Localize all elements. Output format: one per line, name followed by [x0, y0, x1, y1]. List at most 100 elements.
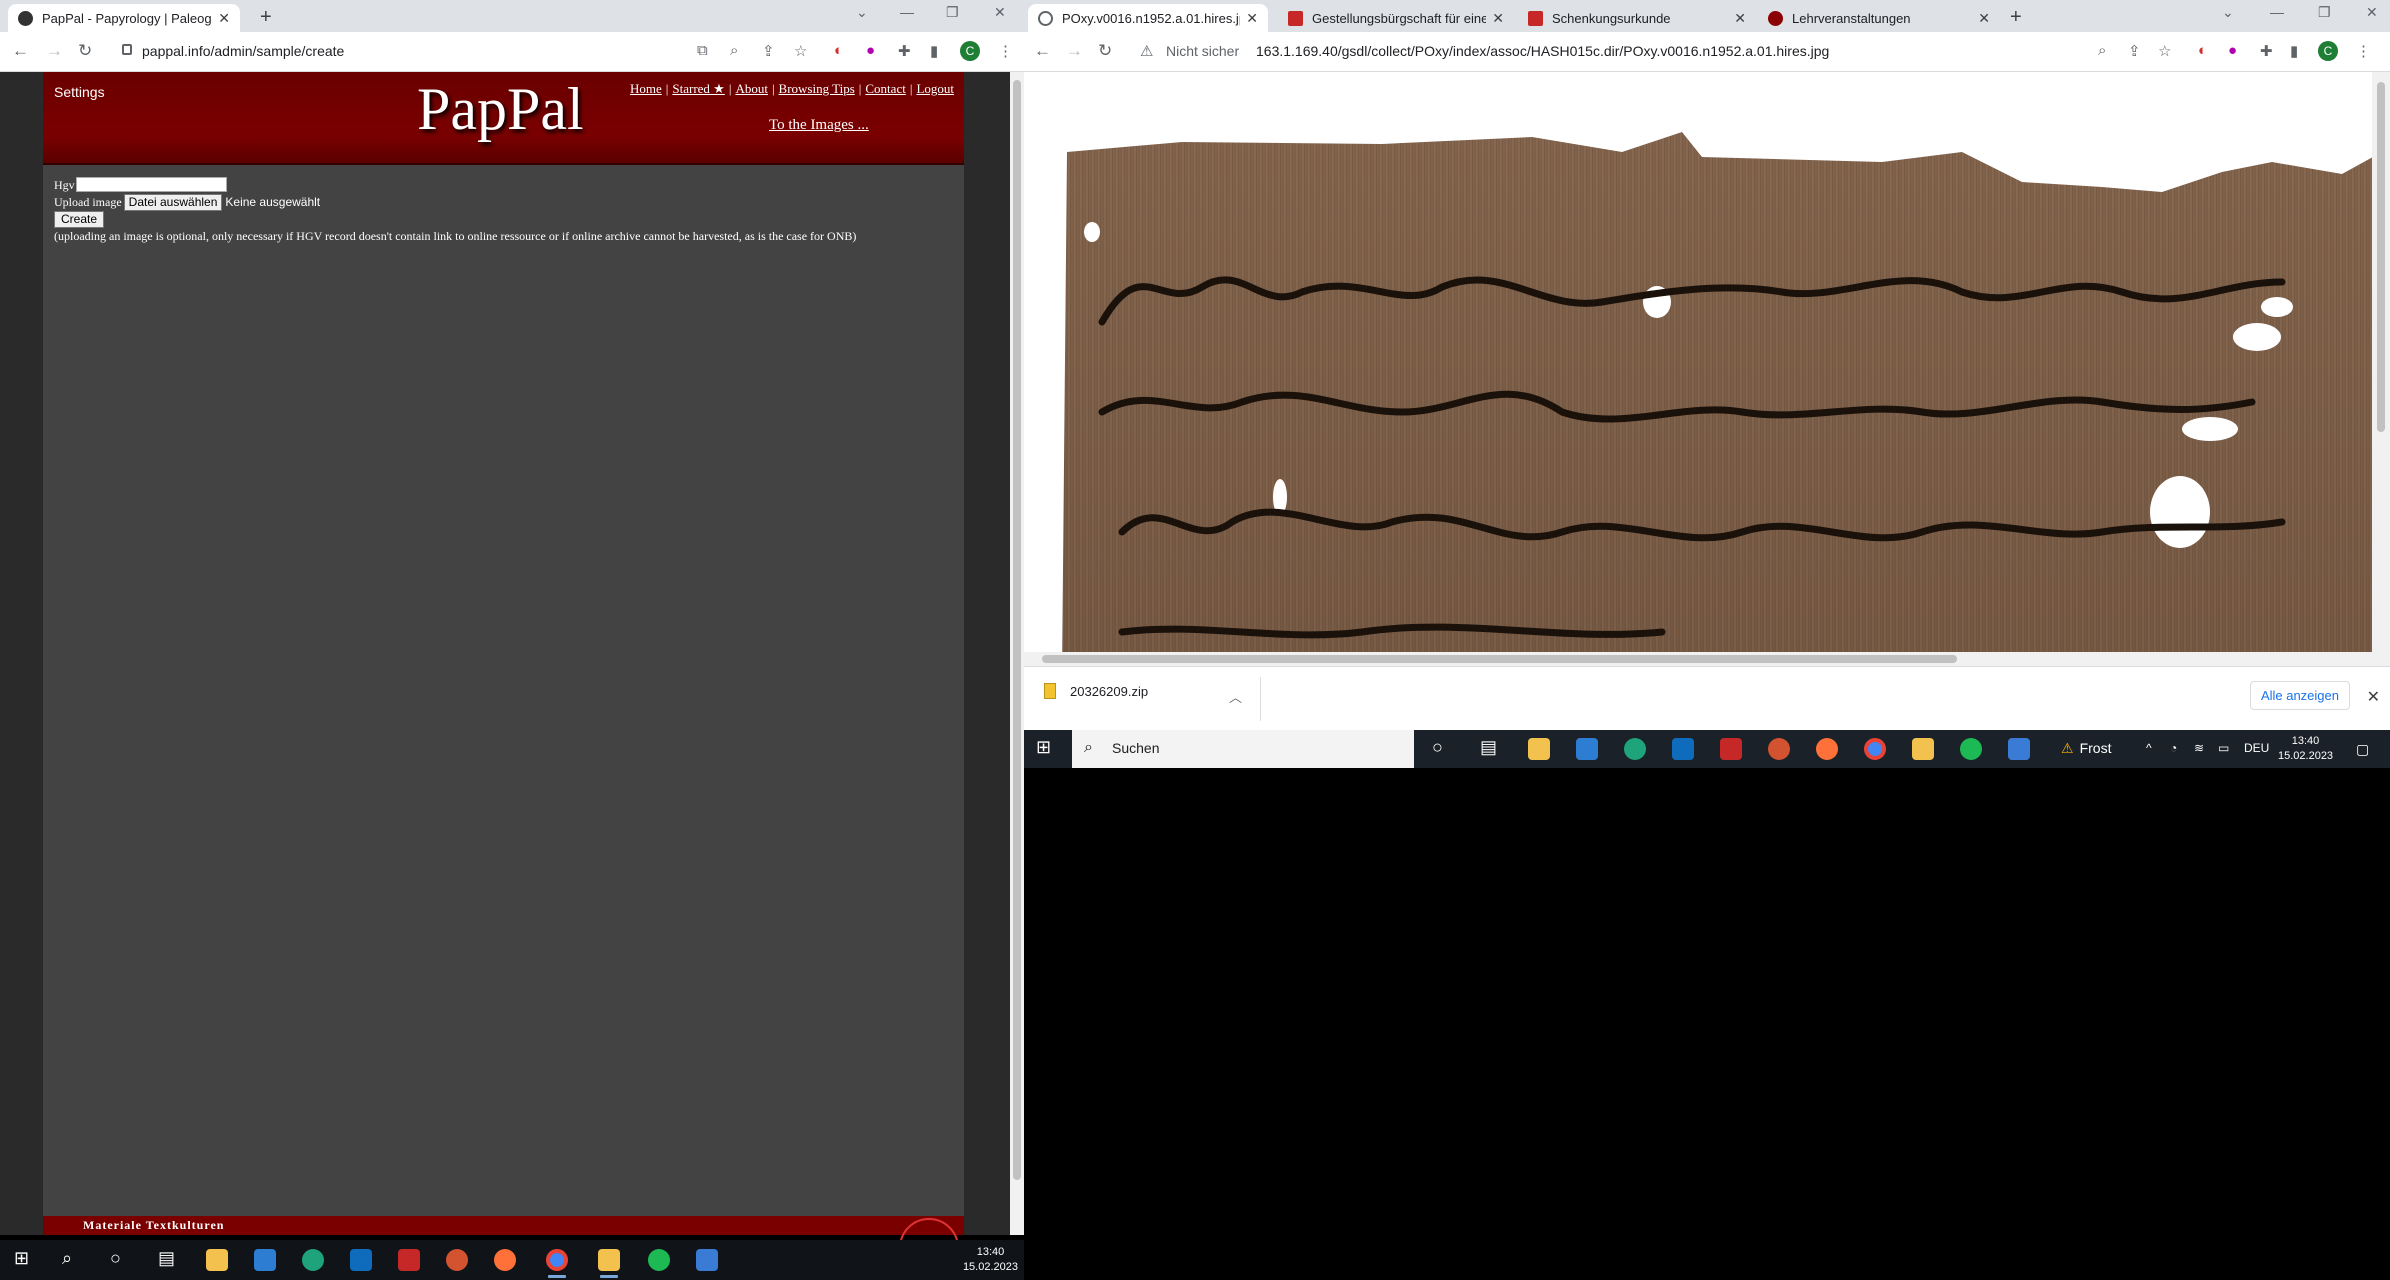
menu-icon[interactable]: ⋮: [2356, 42, 2371, 60]
side-panel-icon[interactable]: ▮: [2290, 42, 2298, 60]
network-icon[interactable]: ◔: [2170, 741, 2177, 755]
minimize-icon[interactable]: —: [900, 4, 914, 20]
language-indicator[interactable]: DEU: [2244, 741, 2269, 755]
bookmark-star-icon[interactable]: ☆: [2158, 42, 2171, 60]
store-icon[interactable]: [1576, 738, 1598, 760]
task-view-icon[interactable]: ▤: [158, 1248, 175, 1269]
scroll-thumb[interactable]: [1013, 80, 1021, 1180]
url-field[interactable]: pappal.info/admin/sample/create: [142, 43, 344, 59]
task-view-icon[interactable]: ▤: [1480, 737, 1497, 758]
chevron-up-icon[interactable]: ︿: [1229, 687, 1242, 706]
download-item[interactable]: 20326209.zip: [1044, 683, 1148, 699]
cortana-icon[interactable]: ○: [110, 1248, 121, 1269]
spotify-icon[interactable]: [1960, 738, 1982, 760]
edge-icon[interactable]: [1624, 738, 1646, 760]
reload-icon[interactable]: ↻: [1098, 41, 1112, 61]
left-scrollbar[interactable]: [1010, 72, 1024, 1235]
bookmark-star-icon[interactable]: ☆: [794, 42, 807, 60]
nav-about[interactable]: About: [735, 81, 768, 96]
powerpoint-icon[interactable]: [446, 1249, 468, 1271]
tab-search-icon[interactable]: ⌄: [2222, 4, 2234, 21]
chrome-icon[interactable]: [546, 1249, 568, 1271]
firefox-icon[interactable]: [1816, 738, 1838, 760]
extensions-puzzle-icon[interactable]: ✚: [898, 42, 911, 60]
forward-icon[interactable]: →: [1066, 41, 1083, 61]
cortana-icon[interactable]: ○: [1432, 737, 1443, 758]
to-images-link[interactable]: To the Images ...: [769, 117, 869, 134]
taskbar-clock[interactable]: 13:40 15.02.2023: [2278, 734, 2333, 764]
mail-icon[interactable]: [1672, 738, 1694, 760]
image-horizontal-scrollbar[interactable]: [1024, 652, 2372, 666]
choose-file-button[interactable]: Datei auswählen: [123, 194, 223, 211]
tab-gestellungsbuergschaft[interactable]: Gestellungsbürgschaft für eine N ✕: [1278, 4, 1514, 32]
wifi-icon[interactable]: ≋: [2194, 741, 2204, 755]
close-icon[interactable]: ✕: [2367, 687, 2380, 707]
spotify-icon[interactable]: [648, 1249, 670, 1271]
close-tab-icon[interactable]: ✕: [1492, 10, 1504, 27]
image-vertical-scrollbar[interactable]: [2372, 72, 2390, 666]
scroll-thumb[interactable]: [1042, 655, 1957, 663]
papyrus-image[interactable]: [1062, 112, 2372, 652]
file-manager-icon[interactable]: [1912, 738, 1934, 760]
profile-avatar[interactable]: C: [960, 41, 980, 61]
zoom-icon[interactable]: ⌕: [2098, 42, 2106, 59]
powerpoint-icon[interactable]: [1768, 738, 1790, 760]
acrobat-icon[interactable]: [1720, 738, 1742, 760]
weather-widget[interactable]: ⚠ Frost: [2061, 740, 2111, 757]
close-window-icon[interactable]: ✕: [994, 4, 1006, 21]
file-explorer-icon[interactable]: [206, 1249, 228, 1271]
profile-avatar[interactable]: C: [2318, 41, 2338, 61]
file-explorer-icon[interactable]: [1528, 738, 1550, 760]
close-tab-icon[interactable]: ✕: [218, 10, 230, 27]
side-panel-icon[interactable]: ▮: [930, 42, 938, 60]
search-icon[interactable]: ⌕: [62, 1248, 72, 1269]
url-field[interactable]: 163.1.169.40/gsdl/collect/POxy/index/ass…: [1256, 43, 1829, 59]
edge-icon[interactable]: [302, 1249, 324, 1271]
extension-icon[interactable]: ●: [2228, 42, 2237, 59]
chrome-icon[interactable]: [1864, 738, 1886, 760]
photos-icon[interactable]: [696, 1249, 718, 1271]
nav-home[interactable]: Home: [630, 81, 662, 96]
tab-search-icon[interactable]: ⌄: [856, 4, 868, 21]
warning-icon[interactable]: ⚠: [1140, 42, 1153, 60]
close-tab-icon[interactable]: ✕: [1978, 10, 1990, 27]
extension-icon[interactable]: ◐: [2198, 42, 2207, 59]
tab-pappal[interactable]: PapPal - Papyrology | Paleograph ✕: [8, 4, 240, 32]
settings-link[interactable]: Settings: [54, 84, 105, 100]
notifications-icon[interactable]: ▢: [2356, 741, 2369, 758]
lock-icon[interactable]: [122, 44, 132, 55]
new-tab-icon[interactable]: +: [2010, 6, 2022, 29]
windows-start-icon[interactable]: ⊞: [14, 1248, 29, 1269]
restore-icon[interactable]: ❐: [2318, 4, 2331, 21]
scroll-thumb[interactable]: [2377, 82, 2385, 432]
new-tab-icon[interactable]: +: [260, 6, 272, 29]
extension-icon[interactable]: ◐: [834, 42, 843, 59]
close-tab-icon[interactable]: ✕: [1246, 10, 1258, 27]
forward-icon[interactable]: →: [46, 41, 63, 61]
extension-icon[interactable]: ●: [866, 42, 875, 59]
back-icon[interactable]: ←: [12, 41, 29, 61]
tab-papyrus-image[interactable]: POxy.v0016.n1952.a.01.hires.jpg ✕: [1028, 4, 1268, 32]
chevron-up-icon[interactable]: ^: [2146, 741, 2152, 755]
tab-lehrveranstaltungen[interactable]: Lehrveranstaltungen ✕: [1758, 4, 2000, 32]
taskbar-search-box[interactable]: ⌕ Suchen: [1072, 730, 1414, 768]
taskbar-clock[interactable]: 13:40 15.02.2023: [963, 1245, 1018, 1275]
minimize-icon[interactable]: —: [2270, 4, 2284, 20]
extensions-puzzle-icon[interactable]: ✚: [2260, 42, 2273, 60]
restore-icon[interactable]: ❐: [946, 4, 959, 21]
close-window-icon[interactable]: ✕: [2366, 4, 2378, 21]
firefox-icon[interactable]: [494, 1249, 516, 1271]
battery-icon[interactable]: ▭: [2218, 741, 2229, 755]
pappal-logo[interactable]: PapPal: [417, 75, 584, 144]
acrobat-icon[interactable]: [398, 1249, 420, 1271]
create-button[interactable]: Create: [54, 211, 105, 228]
nav-contact[interactable]: Contact: [865, 81, 905, 96]
close-tab-icon[interactable]: ✕: [1734, 10, 1746, 27]
windows-start-icon[interactable]: ⊞: [1036, 737, 1051, 758]
share-icon[interactable]: ⇪: [762, 42, 775, 60]
zoom-icon[interactable]: ⌕: [730, 42, 738, 59]
file-manager-icon[interactable]: [598, 1249, 620, 1271]
back-icon[interactable]: ←: [1034, 41, 1051, 61]
translate-icon[interactable]: ⧉: [697, 42, 708, 59]
share-icon[interactable]: ⇪: [2128, 42, 2141, 60]
